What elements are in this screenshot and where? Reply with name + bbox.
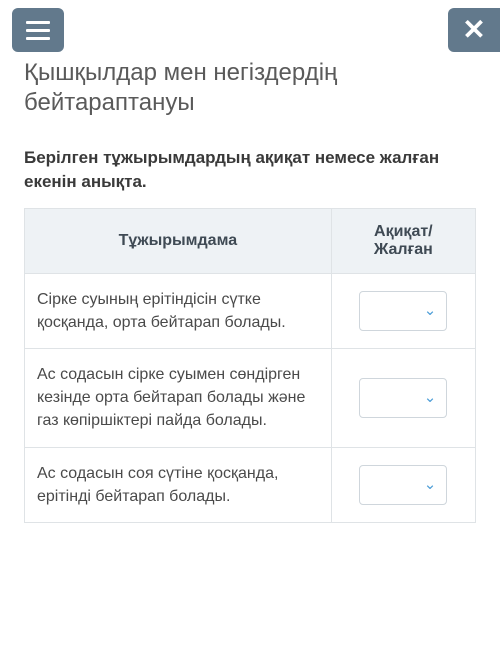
chevron-down-icon: ⌄ [424, 387, 437, 409]
content-area: Қышқылдар мен негіздердің бейтараптануы … [0, 58, 500, 523]
answer-select[interactable]: ⌄ [359, 291, 447, 331]
answer-cell: ⌄ [331, 447, 475, 522]
topbar: ✕ [0, 0, 500, 52]
hamburger-icon [26, 21, 50, 40]
statement-cell: Сірке суының ерітіндісін сүтке қосқанда,… [25, 273, 332, 348]
statement-cell: Ас содасын соя сүтіне қосқанда, ерітінді… [25, 447, 332, 522]
answer-cell: ⌄ [331, 348, 475, 447]
header-answer: Ақиқат/ Жалған [331, 208, 475, 273]
close-button[interactable]: ✕ [448, 8, 500, 52]
chevron-down-icon: ⌄ [424, 474, 437, 496]
answer-cell: ⌄ [331, 273, 475, 348]
page-title: Қышқылдар мен негіздердің бейтараптануы [24, 58, 476, 118]
instruction-text: Берілген тұжырымдардың ақиқат немесе жал… [24, 146, 476, 194]
statement-cell: Ас содасын сірке суымен сөндірген кезінд… [25, 348, 332, 447]
table-row: Ас содасын сірке суымен сөндірген кезінд… [25, 348, 476, 447]
header-statement: Тұжырымдама [25, 208, 332, 273]
statements-table: Тұжырымдама Ақиқат/ Жалған Сірке суының … [24, 208, 476, 523]
answer-select[interactable]: ⌄ [359, 378, 447, 418]
table-row: Сірке суының ерітіндісін сүтке қосқанда,… [25, 273, 476, 348]
answer-select[interactable]: ⌄ [359, 465, 447, 505]
table-row: Ас содасын соя сүтіне қосқанда, ерітінді… [25, 447, 476, 522]
chevron-down-icon: ⌄ [424, 300, 437, 322]
menu-button[interactable] [12, 8, 64, 52]
close-icon: ✕ [462, 16, 485, 44]
